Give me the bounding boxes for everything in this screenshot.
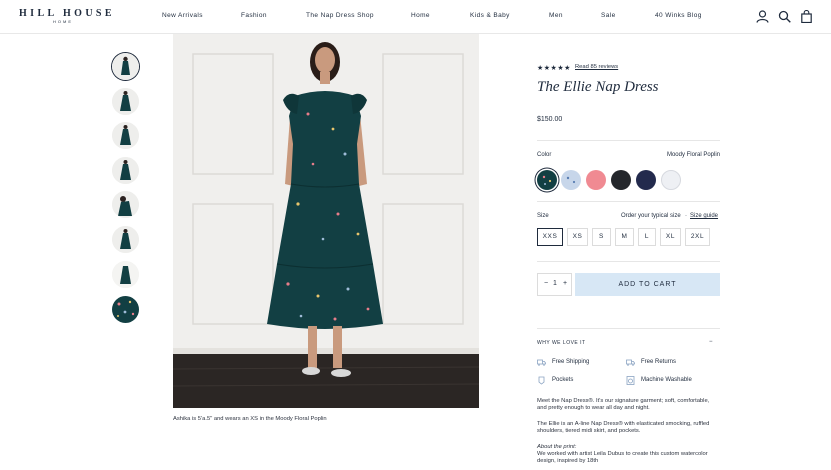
swatch-white[interactable] (661, 170, 681, 190)
swatch-pink[interactable] (586, 170, 606, 190)
thumbnail[interactable] (112, 191, 139, 218)
nav-blog[interactable]: 40 Winks Blog (655, 12, 702, 19)
product-title: The Ellie Nap Dress (537, 79, 659, 95)
search-icon[interactable] (778, 10, 791, 23)
thumbnail[interactable] (112, 157, 139, 184)
swatch-moody-floral[interactable] (537, 170, 557, 190)
nav-kids-baby[interactable]: Kids & Baby (470, 12, 510, 19)
size-l[interactable]: L (638, 228, 656, 246)
nav-nap-dress-shop[interactable]: The Nap Dress Shop (306, 12, 374, 19)
why-we-love-it-label[interactable]: WHY WE LOVE IT (537, 340, 586, 346)
size-note: Order your typical size (621, 213, 681, 219)
qty-increase-button[interactable]: + (563, 280, 567, 287)
feature-free-returns: Free Returns (641, 359, 677, 365)
rating-stars: ★★★★★ (537, 65, 571, 72)
print-description: We worked with artist Leila Dubus to cre… (537, 451, 708, 464)
swatch-navy[interactable] (636, 170, 656, 190)
nav-sale[interactable]: Sale (601, 12, 616, 19)
logo-wordmark: HILL HOUSE (19, 8, 115, 19)
reviews-link[interactable]: Read 85 reviews (575, 64, 618, 70)
feature-free-shipping: Free Shipping (552, 359, 590, 365)
swatch-black[interactable] (611, 170, 631, 190)
size-xs[interactable]: XS (567, 228, 588, 246)
bag-icon[interactable] (800, 10, 813, 23)
size-xxs[interactable]: XXS (537, 228, 563, 246)
feature-pockets: Pockets (552, 377, 574, 383)
divider (537, 140, 720, 141)
accordion-toggle[interactable]: − (709, 339, 713, 345)
truck-icon (537, 359, 546, 366)
size-2xl[interactable]: 2XL (685, 228, 710, 246)
logo[interactable]: HILL HOUSE HOME (19, 8, 115, 25)
divider (537, 328, 720, 329)
account-icon[interactable] (756, 10, 769, 23)
color-value: Moody Floral Poplin (666, 152, 720, 158)
thumbnail[interactable] (112, 261, 139, 288)
size-s[interactable]: S (592, 228, 611, 246)
qty-value: 1 (553, 280, 557, 287)
add-to-cart-button[interactable]: ADD TO CART (575, 273, 720, 296)
qty-decrease-button[interactable]: − (544, 280, 548, 287)
nav-home[interactable]: Home (411, 12, 430, 19)
nav-new-arrivals[interactable]: New Arrivals (162, 12, 203, 19)
thumbnail[interactable] (112, 226, 139, 253)
thumbnail[interactable] (112, 122, 139, 149)
feature-machine-washable: Machine Washable (641, 377, 692, 383)
logo-subtitle: HOME (53, 19, 73, 24)
size-m[interactable]: M (615, 228, 634, 246)
size-separator: · (685, 213, 687, 219)
size-label: Size (537, 213, 549, 219)
thumbnail[interactable] (112, 53, 139, 80)
nav-fashion[interactable]: Fashion (241, 12, 267, 19)
image-caption: Ashika is 5'a.5" and wears an XS in the … (173, 416, 327, 422)
divider (537, 261, 720, 262)
thumbnail[interactable] (112, 296, 139, 323)
product-image[interactable] (173, 34, 479, 408)
size-guide-link[interactable]: Size guide (690, 213, 718, 219)
print-heading: About the print: (537, 444, 577, 450)
color-label: Color (537, 152, 552, 158)
thumbnail[interactable] (112, 88, 139, 115)
product-price: $150.00 (537, 116, 563, 123)
size-xl[interactable]: XL (660, 228, 681, 246)
quantity-stepper[interactable]: − 1 + (537, 273, 572, 296)
nav-men[interactable]: Men (549, 12, 563, 19)
description-paragraph: The Ellie is an A-line Nap Dress® with e… (537, 421, 710, 434)
return-truck-icon (626, 359, 635, 366)
swatch-light-blue-floral[interactable] (561, 170, 581, 190)
pocket-icon (538, 376, 545, 385)
site-header: HILL HOUSE HOME New Arrivals Fashion The… (0, 0, 831, 34)
description-paragraph: Meet the Nap Dress®. It's our signature … (537, 398, 710, 411)
washing-machine-icon (626, 376, 635, 385)
divider (537, 201, 720, 202)
model-photo (173, 34, 479, 408)
